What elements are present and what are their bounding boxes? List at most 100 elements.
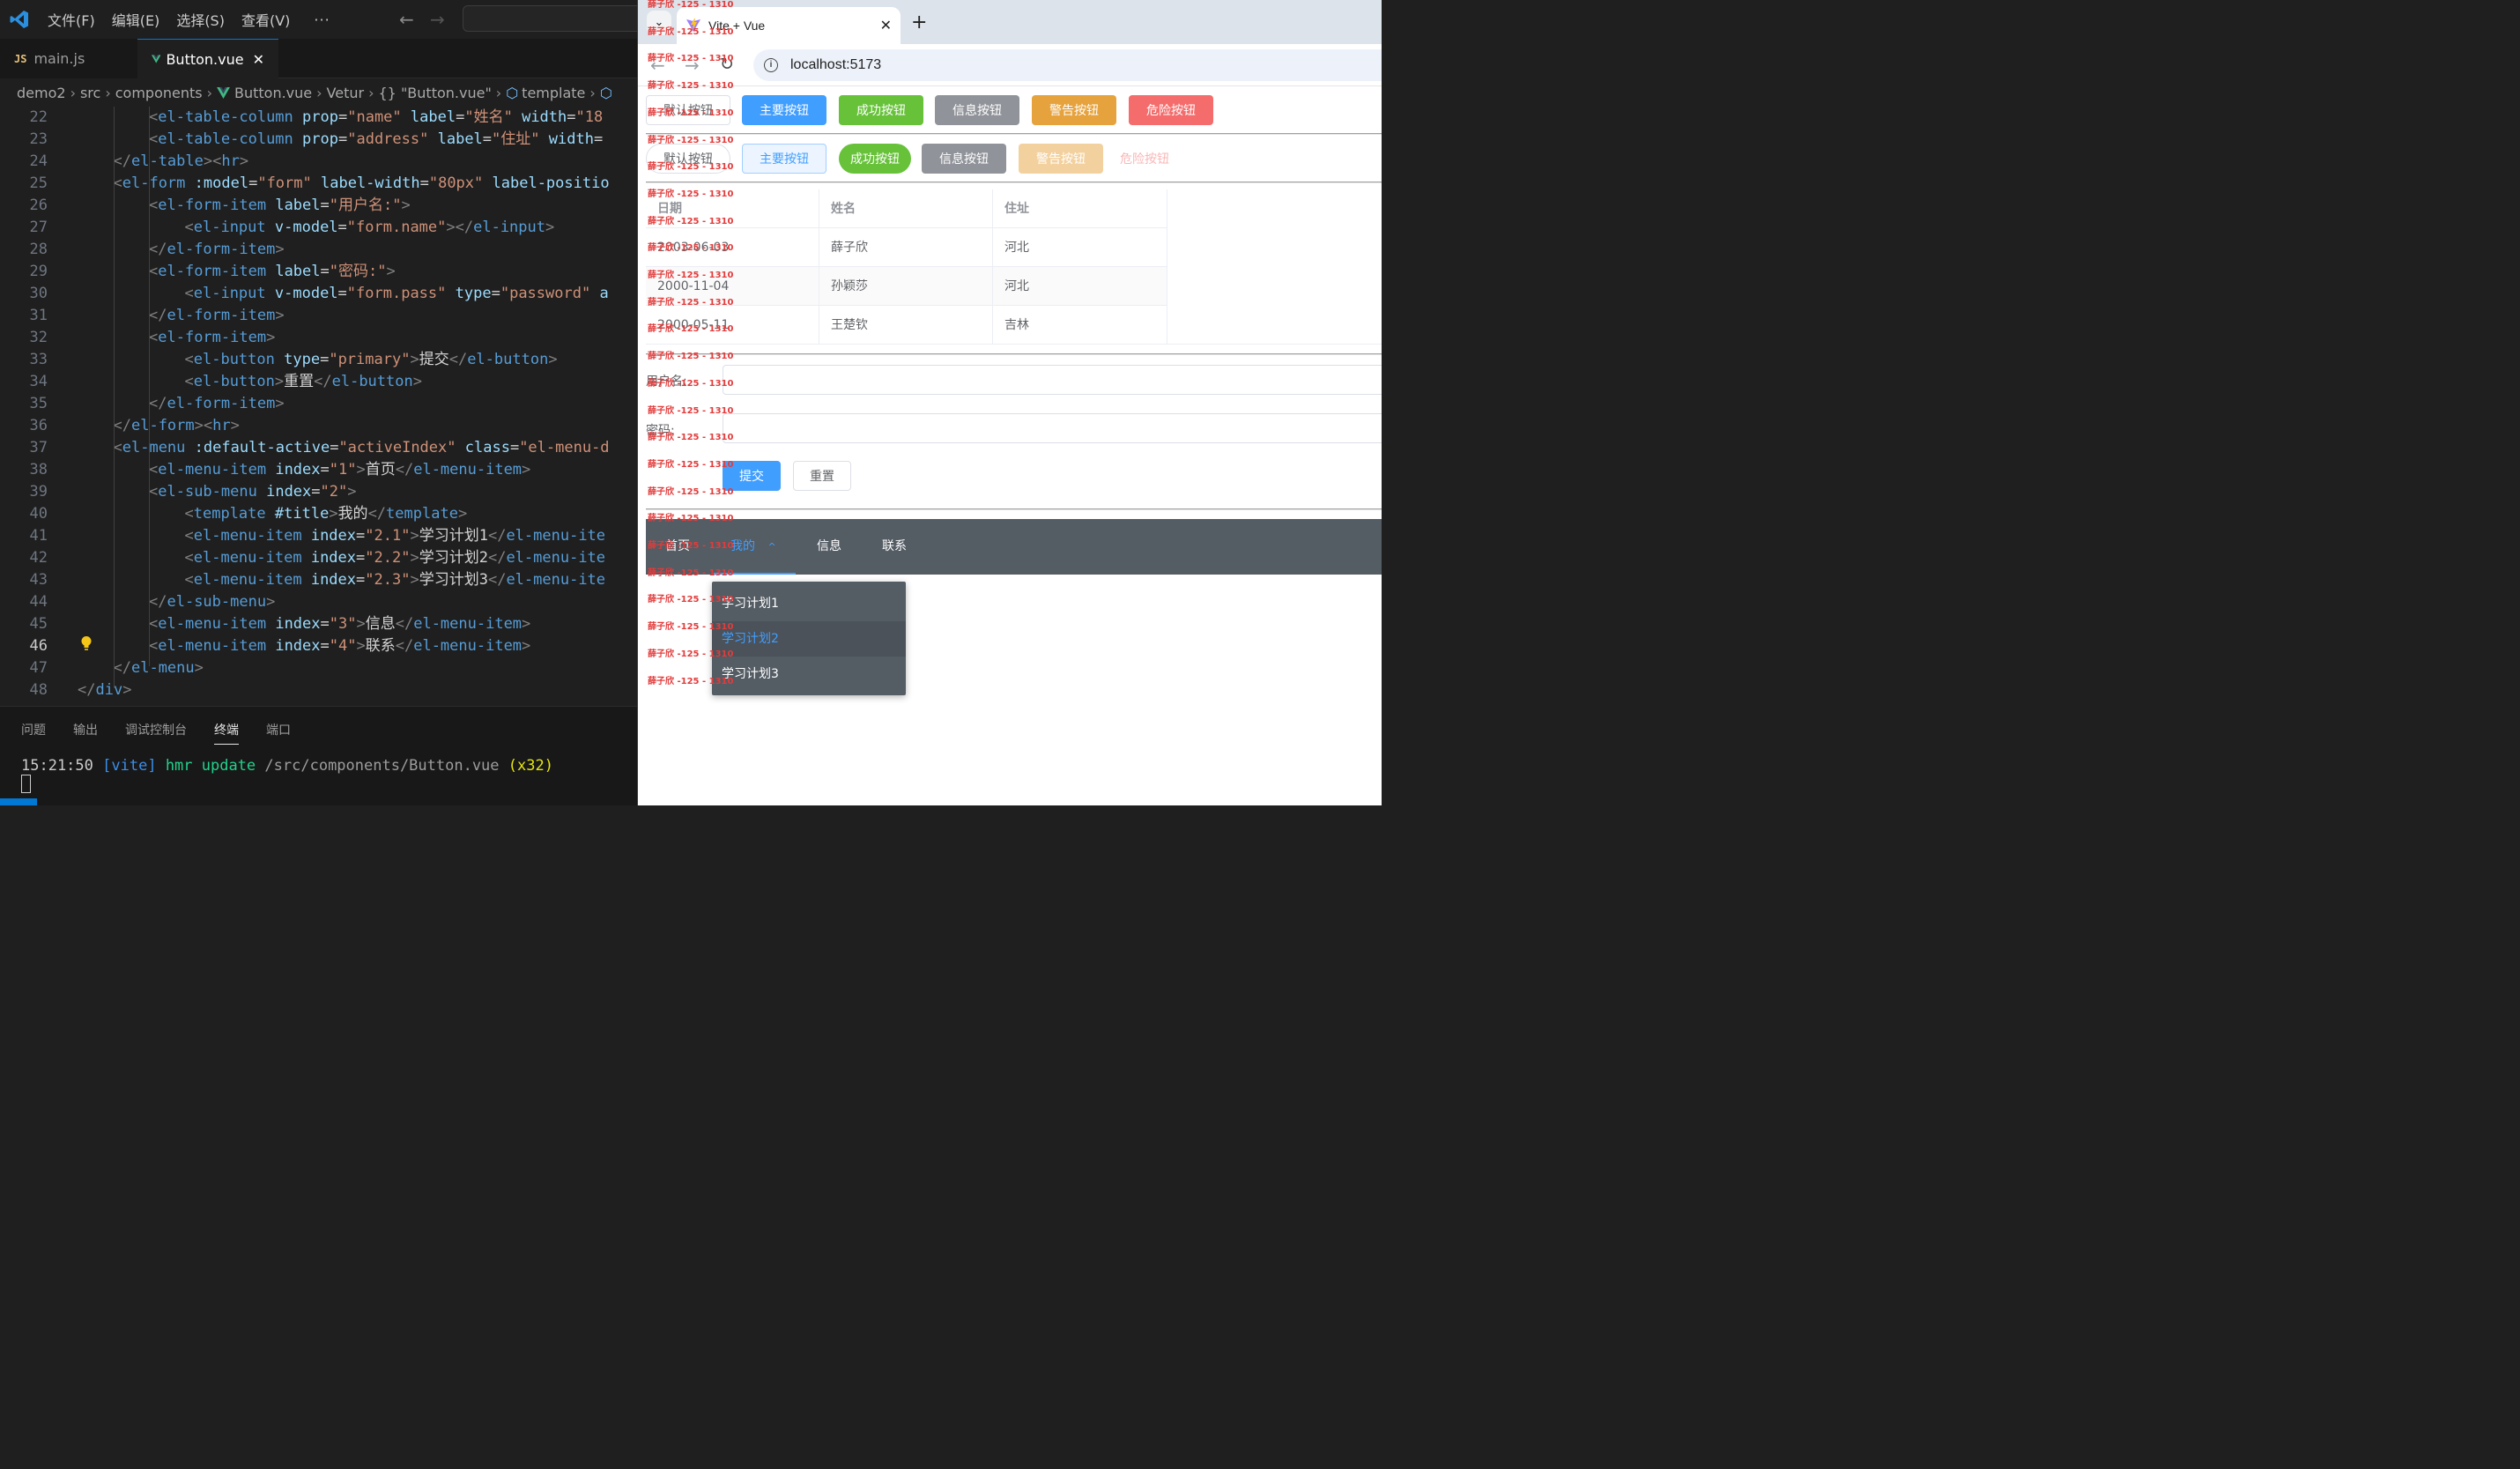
username-label: 用户名: <box>646 375 687 389</box>
success-button[interactable]: 成功按钮 <box>839 95 923 125</box>
close-icon[interactable]: ✕ <box>880 17 892 34</box>
command-center-search[interactable] <box>463 5 648 32</box>
reload-icon[interactable]: ↻ <box>720 55 734 74</box>
menu-edit[interactable]: 编辑(E) <box>112 9 160 30</box>
reset-button[interactable]: 重置 <box>793 461 851 491</box>
tab-main-js[interactable]: JS main.js <box>0 39 137 78</box>
menu-item-contact[interactable]: 联系 <box>882 519 907 575</box>
warning-button[interactable]: 警告按钮 <box>1032 95 1116 125</box>
code-text: <el-form-item> <box>149 329 276 346</box>
password-input[interactable] <box>723 413 1382 443</box>
code-line[interactable]: 42 <el-menu-item index="2.2">学习计划2</el-me… <box>0 547 638 569</box>
code-line[interactable]: 34 <el-button>重置</el-button> <box>0 371 638 393</box>
code-line[interactable]: 23 <el-table-column prop="address" label=… <box>0 129 638 151</box>
code-line[interactable]: 46 <el-menu-item index="4">联系</el-menu-it… <box>0 635 638 657</box>
cube-icon: ⬡ <box>599 84 612 101</box>
menu-item-home[interactable]: 首页 <box>665 519 690 575</box>
code-line[interactable]: 28 </el-form-item> <box>0 239 638 261</box>
code-editor[interactable]: 22 <el-table-column prop="name" label="姓名… <box>0 107 638 706</box>
submenu-item-plan1[interactable]: 学习计划1 <box>712 586 906 621</box>
browser-tabstrip: ⌄ Vite + Vue ✕ + <box>638 0 1382 44</box>
address-bar[interactable]: i localhost:5173 <box>753 49 1382 81</box>
screen: 文件(F) 编辑(E) 选择(S) 查看(V) ··· ← → JS main.… <box>0 0 1382 805</box>
code-line[interactable]: 47 </el-menu> <box>0 657 638 679</box>
tab-search-icon[interactable]: ⌄ <box>647 11 671 35</box>
menu-more-icon[interactable]: ··· <box>314 11 330 28</box>
code-line[interactable]: 37 <el-menu :default-active="activeIndex"… <box>0 437 638 459</box>
breadcrumb-item[interactable]: components <box>115 85 203 101</box>
primary-button[interactable]: 主要按钮 <box>742 95 826 125</box>
password-label: 密码: <box>646 424 675 438</box>
round-success-button[interactable]: 成功按钮 <box>839 144 911 174</box>
forward-arrow-icon[interactable]: → <box>685 55 700 76</box>
browser-tab[interactable]: Vite + Vue ✕ <box>677 7 901 44</box>
new-tab-icon[interactable]: + <box>911 11 927 33</box>
back-arrow-icon[interactable]: ← <box>650 55 665 76</box>
remote-indicator[interactable] <box>0 798 37 805</box>
tab-problems[interactable]: 问题 <box>21 721 46 745</box>
lightbulb-icon[interactable] <box>80 635 93 651</box>
editor-tabs: JS main.js Button.vue ✕ <box>0 39 638 78</box>
code-line[interactable]: 29 <el-form-item label="密码:"> <box>0 261 638 283</box>
info-button[interactable]: 信息按钮 <box>922 144 1006 174</box>
back-arrow-icon[interactable]: ← <box>399 9 414 30</box>
breadcrumb-item[interactable]: src <box>80 85 100 101</box>
code-line[interactable]: 38 <el-menu-item index="1">首页</el-menu-it… <box>0 459 638 481</box>
menu-view[interactable]: 查看(V) <box>241 9 290 30</box>
menu-item-info[interactable]: 信息 <box>817 519 841 575</box>
code-line[interactable]: 44 </el-sub-menu> <box>0 591 638 613</box>
breadcrumb-item[interactable]: Vetur <box>327 85 365 101</box>
code-line[interactable]: 32 <el-form-item> <box>0 327 638 349</box>
tab-terminal[interactable]: 终端 <box>214 721 239 745</box>
submit-button[interactable]: 提交 <box>723 461 781 491</box>
code-line[interactable]: 39 <el-sub-menu index="2"> <box>0 481 638 503</box>
menu-item-mine[interactable]: 我的 ^ <box>714 519 796 575</box>
breadcrumb-item[interactable]: Button.vue <box>234 85 312 101</box>
url-text: localhost:5173 <box>790 57 882 72</box>
code-line[interactable]: 48 </div> <box>0 679 638 701</box>
code-line[interactable]: 33 <el-button type="primary">提交</el-butto… <box>0 349 638 371</box>
submenu-item-plan3[interactable]: 学习计划3 <box>712 657 906 692</box>
plain-primary-button[interactable]: 主要按钮 <box>742 144 826 174</box>
tab-output[interactable]: 输出 <box>73 721 98 745</box>
table-cell: 河北 <box>993 267 1167 306</box>
forward-arrow-icon[interactable]: → <box>430 9 445 30</box>
terminal-cursor[interactable] <box>21 775 31 793</box>
chevron-right-icon: › <box>589 84 596 101</box>
submenu-item-plan2[interactable]: 学习计划2 <box>712 621 906 657</box>
username-input[interactable] <box>723 365 1382 395</box>
breadcrumb-item[interactable]: demo2 <box>17 85 66 101</box>
code-line[interactable]: 40 <template #title>我的</template> <box>0 503 638 525</box>
code-line[interactable]: 43 <el-menu-item index="2.3">学习计划3</el-me… <box>0 569 638 591</box>
code-line[interactable]: 35 </el-form-item> <box>0 393 638 415</box>
code-line[interactable]: 27 <el-input v-model="form.name"></el-inp… <box>0 217 638 239</box>
tab-ports[interactable]: 端口 <box>266 721 291 745</box>
text-danger-button[interactable]: 危险按钮 <box>1114 144 1175 174</box>
code-text: </el-form-item> <box>149 307 285 324</box>
code-line[interactable]: 45 <el-menu-item index="3">信息</el-menu-it… <box>0 613 638 635</box>
line-number: 47 <box>29 659 48 677</box>
tab-debug-console[interactable]: 调试控制台 <box>125 721 187 745</box>
site-info-icon[interactable]: i <box>764 58 778 72</box>
menu-file[interactable]: 文件(F) <box>48 9 95 30</box>
close-icon[interactable]: ✕ <box>253 51 264 68</box>
disabled-warning-button[interactable]: 警告按钮 <box>1019 144 1103 174</box>
code-text: <el-menu-item index="2.2">学习计划2</el-menu… <box>184 549 606 567</box>
tab-button-vue[interactable]: Button.vue ✕ <box>137 39 278 78</box>
code-line[interactable]: 25 <el-form :model="form" label-width="80… <box>0 173 638 195</box>
chevron-right-icon: › <box>316 84 322 101</box>
code-line[interactable]: 30 <el-input v-model="form.pass" type="pa… <box>0 283 638 305</box>
info-button[interactable]: 信息按钮 <box>935 95 1019 125</box>
menu-selection[interactable]: 选择(S) <box>176 9 225 30</box>
code-line[interactable]: 31 </el-form-item> <box>0 305 638 327</box>
breadcrumb-item[interactable]: {} "Button.vue" <box>379 85 492 101</box>
code-line[interactable]: 26 <el-form-item label="用户名:"> <box>0 195 638 217</box>
code-line[interactable]: 24 </el-table><hr> <box>0 151 638 173</box>
default-button[interactable]: 默认按钮 <box>646 95 730 125</box>
danger-button[interactable]: 危险按钮 <box>1129 95 1213 125</box>
code-line[interactable]: 22 <el-table-column prop="name" label="姓名… <box>0 107 638 129</box>
code-line[interactable]: 36 </el-form><hr> <box>0 415 638 437</box>
round-default-button[interactable]: 默认按钮 <box>646 144 730 174</box>
breadcrumb-item[interactable]: template <box>522 85 585 101</box>
code-line[interactable]: 41 <el-menu-item index="2.1">学习计划1</el-me… <box>0 525 638 547</box>
